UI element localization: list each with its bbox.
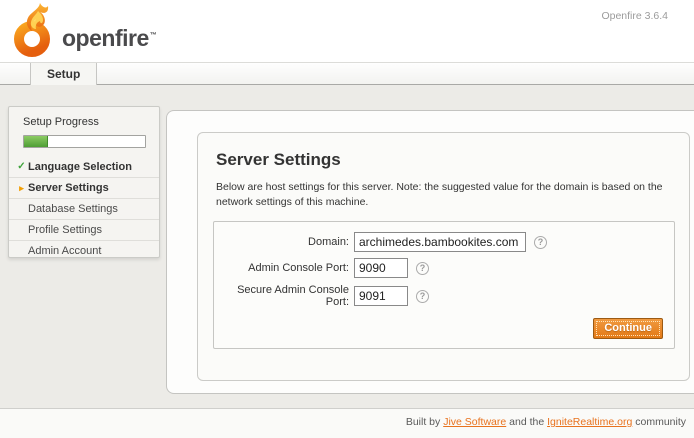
setup-steps-list: ✓ Language Selection ▸ Server Settings D… (9, 156, 159, 261)
step-label: Language Selection (28, 157, 132, 177)
step-label: Profile Settings (28, 220, 102, 240)
admin-console-port-input[interactable] (354, 258, 408, 278)
step-database-settings: Database Settings (9, 198, 159, 219)
step-language-selection: ✓ Language Selection (9, 156, 159, 177)
step-label: Database Settings (28, 199, 118, 219)
main-panel: Server Settings Below are host settings … (166, 110, 694, 394)
page-title: Server Settings (216, 150, 689, 170)
form-row-secure-admin-port: Secure Admin Console Port: ? (214, 284, 674, 308)
progress-fill (24, 136, 48, 147)
step-label: Admin Account (28, 241, 101, 261)
description-line-1: Below are host settings for this server.… (216, 180, 671, 195)
logo-wordmark: openfire™ (62, 25, 156, 52)
step-profile-settings: Profile Settings (9, 219, 159, 240)
domain-label: Domain: (214, 236, 354, 248)
server-settings-form: Domain: ? Admin Console Port: ? Secure A… (213, 221, 675, 349)
jive-software-link[interactable]: Jive Software (443, 416, 506, 428)
step-admin-account: Admin Account (9, 240, 159, 261)
description-line-2: network settings of this machine. (216, 195, 671, 210)
domain-input[interactable] (354, 232, 526, 252)
openfire-setup-screen: openfire™ Openfire 3.6.4 Setup Setup Pro… (0, 0, 694, 438)
footer-credit: Built by Jive Software and the IgniteRea… (406, 416, 686, 428)
header: openfire™ Openfire 3.6.4 (0, 0, 694, 62)
form-row-domain: Domain: ? (214, 232, 674, 252)
step-label: Server Settings (28, 178, 109, 198)
continue-button[interactable]: Continue (593, 318, 663, 339)
openfire-logo: openfire™ (12, 3, 156, 59)
secure-admin-console-port-input[interactable] (354, 286, 408, 306)
footer: Built by Jive Software and the IgniteRea… (0, 408, 694, 438)
secure-admin-console-port-label: Secure Admin Console Port: (214, 284, 354, 308)
help-icon[interactable]: ? (416, 262, 429, 275)
footer-middle: and the (506, 416, 547, 428)
setup-progress-card: Setup Progress ✓ Language Selection ▸ Se… (8, 106, 160, 258)
trademark-mark: ™ (150, 32, 157, 39)
help-icon[interactable]: ? (416, 290, 429, 303)
step-server-settings: ▸ Server Settings (9, 177, 159, 198)
check-icon: ✓ (15, 157, 28, 177)
flame-icon (12, 3, 58, 59)
server-settings-panel: Server Settings Below are host settings … (197, 132, 690, 381)
footer-prefix: Built by (406, 416, 443, 428)
progress-bar (23, 135, 146, 148)
page-description: Below are host settings for this server.… (216, 180, 671, 210)
admin-console-port-label: Admin Console Port: (214, 262, 354, 274)
tab-setup[interactable]: Setup (30, 63, 97, 85)
footer-suffix: community (632, 416, 686, 428)
current-step-arrow-icon: ▸ (15, 178, 28, 198)
igniterealtime-link[interactable]: IgniteRealtime.org (547, 416, 632, 428)
version-label: Openfire 3.6.4 (601, 10, 668, 22)
help-icon[interactable]: ? (534, 236, 547, 249)
form-row-admin-port: Admin Console Port: ? (214, 258, 674, 278)
tab-bar: Setup (0, 62, 694, 85)
setup-progress-title: Setup Progress (23, 116, 159, 128)
